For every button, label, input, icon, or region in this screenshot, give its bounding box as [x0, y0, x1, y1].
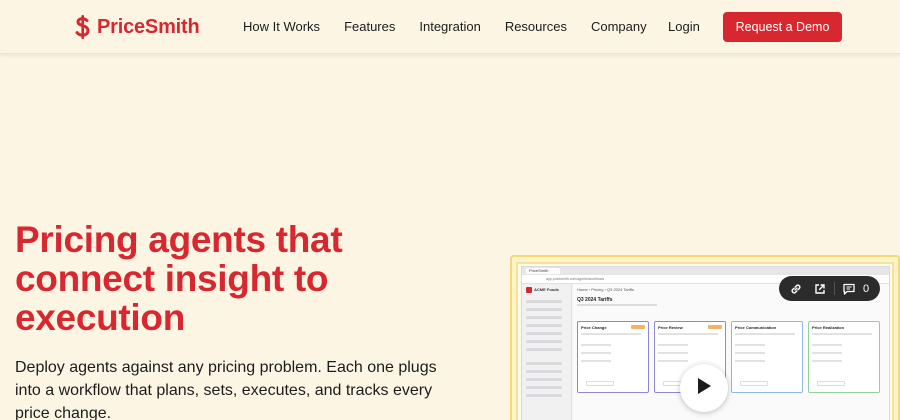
nav-features[interactable]: Features	[344, 19, 395, 34]
toolbar-divider	[834, 282, 835, 295]
card-line	[735, 344, 765, 346]
nav-how-it-works[interactable]: How It Works	[243, 19, 320, 34]
app-logo-icon	[526, 287, 532, 293]
sidebar-item	[526, 300, 562, 303]
app-page-title: Q3 2024 Tariffs	[577, 297, 613, 303]
workflow-card-price-communication: Price Communication	[731, 321, 803, 393]
external-link-icon[interactable]	[808, 276, 832, 301]
play-button[interactable]	[680, 364, 728, 412]
sidebar-item	[526, 332, 562, 335]
browser-url: app.pricesmith.com/agents/workflows	[546, 277, 605, 281]
video-toolbar: 0	[779, 276, 880, 301]
sidebar-item	[526, 316, 562, 319]
nav-integration[interactable]: Integration	[419, 19, 480, 34]
sidebar-item	[526, 348, 562, 351]
card-title: Price Realization	[812, 325, 845, 330]
card-line	[581, 360, 611, 362]
card-title: Price Review	[658, 325, 683, 330]
card-line	[735, 360, 765, 362]
comment-icon[interactable]	[837, 276, 861, 301]
sidebar-item	[526, 370, 562, 373]
card-line	[581, 333, 641, 335]
card-line	[658, 333, 718, 335]
sidebar-item	[526, 386, 562, 389]
workflow-card-price-realization: Price Realization	[808, 321, 880, 393]
card-button	[817, 381, 845, 386]
play-icon	[695, 376, 713, 401]
app-org-name: ACME Foods	[534, 287, 559, 292]
sidebar-item	[526, 378, 562, 381]
card-badge	[631, 325, 645, 329]
card-line	[812, 344, 842, 346]
card-line	[812, 360, 842, 362]
browser-tabbar: PriceSmith	[522, 267, 889, 275]
hero-subheadline: Deploy agents against any pricing proble…	[15, 359, 437, 420]
card-line	[658, 352, 688, 354]
card-line	[812, 352, 842, 354]
hero-headline: Pricing agents that connect insight to e…	[15, 219, 343, 338]
link-icon[interactable]	[784, 276, 808, 301]
sidebar-item	[526, 394, 562, 397]
nav-company[interactable]: Company	[591, 19, 647, 34]
workflow-card-price-change: Price Change	[577, 321, 649, 393]
card-line	[658, 344, 688, 346]
sidebar-item	[526, 340, 562, 343]
brand-logo[interactable]: PriceSmith	[74, 14, 200, 40]
comment-count: 0	[863, 282, 870, 295]
card-button	[740, 381, 768, 386]
app-main: Home › Pricing › Q3 2024 Tariffs Q3 2024…	[573, 284, 889, 420]
card-line	[735, 333, 795, 335]
request-demo-button[interactable]: Request a Demo	[723, 12, 842, 42]
app-breadcrumb: Home › Pricing › Q3 2024 Tariffs	[577, 287, 634, 292]
app-page-description	[577, 304, 657, 306]
sidebar-item	[526, 324, 562, 327]
card-line	[581, 352, 611, 354]
app-sidebar: ACME Foods	[522, 284, 572, 420]
login-link[interactable]: Login	[668, 19, 700, 34]
card-button	[586, 381, 614, 386]
nav-links: How It Works Features Integration Resour…	[232, 19, 671, 34]
sidebar-item	[526, 362, 562, 365]
card-badge	[708, 325, 722, 329]
card-line	[581, 344, 611, 346]
card-line	[735, 352, 765, 354]
brand-name: PriceSmith	[97, 15, 200, 38]
card-title: Price Change	[581, 325, 607, 330]
sidebar-item	[526, 308, 562, 311]
browser-tab: PriceSmith	[526, 268, 560, 274]
nav-resources[interactable]: Resources	[505, 19, 567, 34]
card-title: Price Communication	[735, 325, 777, 330]
dollar-s-icon	[74, 15, 92, 39]
card-line	[658, 360, 688, 362]
card-line	[812, 333, 872, 335]
top-navbar: PriceSmith How It Works Features Integra…	[0, 0, 900, 54]
